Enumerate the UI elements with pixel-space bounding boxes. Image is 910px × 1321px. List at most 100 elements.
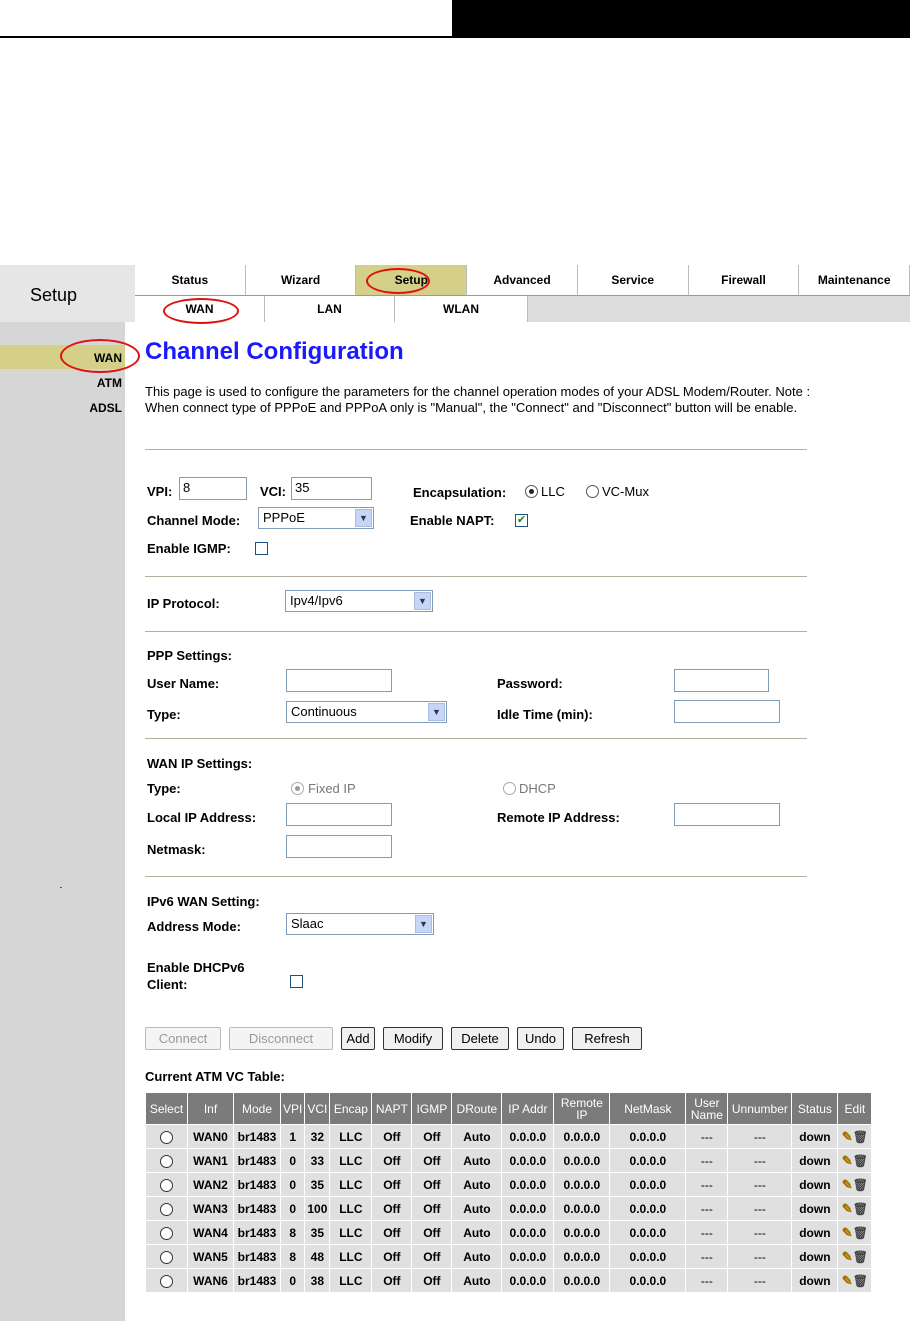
fixed-ip-radio[interactable]	[291, 782, 304, 795]
dhcpv6-client-label: Enable DHCPv6	[147, 960, 245, 975]
table-cell: Off	[411, 1220, 453, 1245]
table-cell: WAN5	[187, 1244, 234, 1269]
trash-icon[interactable]: 🗑	[853, 1130, 868, 1144]
trash-icon[interactable]: 🗑	[853, 1154, 868, 1168]
row-edit-cell: ✎🗑	[837, 1268, 873, 1293]
vpi-input[interactable]: 8	[179, 477, 247, 500]
add-button[interactable]: Add	[341, 1027, 375, 1050]
address-mode-select[interactable]: Slaac ▼	[286, 913, 434, 935]
tab-service[interactable]: Service	[577, 265, 689, 296]
pencil-icon[interactable]: ✎	[842, 1273, 853, 1289]
table-cell: ---	[727, 1148, 793, 1173]
pencil-icon[interactable]: ✎	[842, 1201, 853, 1217]
sidebar-item-wan[interactable]: WAN	[94, 351, 122, 365]
igmp-checkbox[interactable]	[255, 542, 268, 555]
table-cell: down	[791, 1124, 839, 1149]
ppp-type-select[interactable]: Continuous ▼	[286, 701, 447, 723]
col-netmask: NetMask	[609, 1092, 687, 1125]
row-select-radio[interactable]	[160, 1154, 173, 1168]
row-select-radio[interactable]	[160, 1274, 173, 1288]
trash-icon[interactable]: 🗑	[853, 1250, 868, 1264]
wan-ip-settings-title: WAN IP Settings:	[147, 756, 253, 771]
table-cell: ---	[685, 1148, 729, 1173]
row-select-radio[interactable]	[160, 1130, 173, 1144]
ppp-settings-title: PPP Settings:	[147, 648, 233, 663]
col-napt: NAPT	[371, 1092, 413, 1125]
table-cell: 0.0.0.0	[609, 1148, 687, 1173]
row-select-radio[interactable]	[160, 1226, 173, 1240]
subtab-wlan[interactable]: WLAN	[395, 296, 528, 322]
col-remote-ip: Remote IP	[553, 1092, 611, 1125]
pencil-icon[interactable]: ✎	[842, 1225, 853, 1241]
tab-wizard[interactable]: Wizard	[245, 265, 357, 296]
row-select-radio[interactable]	[160, 1202, 173, 1216]
trash-icon[interactable]: 🗑	[853, 1274, 868, 1288]
dhcp-radio[interactable]	[503, 782, 516, 795]
atm-vc-table: Select Inf Mode VPI VCI Encap NAPT IGMP …	[145, 1092, 873, 1293]
modify-button[interactable]: Modify	[383, 1027, 443, 1050]
table-cell: ---	[727, 1124, 793, 1149]
idle-time-input[interactable]	[674, 700, 780, 723]
password-input[interactable]	[674, 669, 769, 692]
row-select-cell	[145, 1172, 188, 1197]
delete-button[interactable]: Delete	[451, 1027, 509, 1050]
pencil-icon[interactable]: ✎	[842, 1153, 853, 1169]
router-ui: Setup Status Wizard Setup Advanced Servi…	[0, 265, 910, 1321]
user-name-input[interactable]	[286, 669, 392, 692]
table-row: WAN6 br1483 0 38 LLC Off Off Auto 0.0.0.0 0.0.0.0…	[145, 1268, 873, 1293]
row-select-radio[interactable]	[160, 1250, 173, 1264]
table-cell: 0.0.0.0	[501, 1220, 555, 1245]
tab-firewall[interactable]: Firewall	[688, 265, 800, 296]
trash-icon[interactable]: 🗑	[853, 1178, 868, 1192]
row-select-cell	[145, 1220, 188, 1245]
table-cell: 0	[279, 1196, 306, 1221]
table-cell: Off	[371, 1196, 413, 1221]
row-edit-cell: ✎🗑	[837, 1244, 873, 1269]
sidebar-item-adsl[interactable]: ADSL	[89, 401, 122, 415]
tab-status[interactable]: Status	[135, 265, 246, 296]
refresh-button[interactable]: Refresh	[572, 1027, 642, 1050]
table-cell: br1483	[233, 1124, 281, 1149]
undo-button[interactable]: Undo	[517, 1027, 564, 1050]
col-encap: Encap	[329, 1092, 373, 1125]
encap-llc-radio[interactable]	[525, 485, 538, 498]
table-cell: WAN3	[187, 1196, 234, 1221]
section-title: Setup	[0, 265, 135, 322]
tab-maintenance[interactable]: Maintenance	[799, 265, 910, 296]
dhcpv6-client-checkbox[interactable]	[290, 975, 303, 988]
tab-setup[interactable]: Setup	[356, 265, 468, 296]
table-cell: 0	[279, 1148, 306, 1173]
channel-mode-select[interactable]: PPPoE ▼	[258, 507, 374, 529]
table-cell: ---	[685, 1268, 729, 1293]
table-cell: 48	[304, 1244, 331, 1269]
pencil-icon[interactable]: ✎	[842, 1249, 853, 1265]
remote-ip-input[interactable]	[674, 803, 780, 826]
ip-protocol-select[interactable]: Ipv4/Ipv6 ▼	[285, 590, 433, 612]
table-cell: 0	[279, 1172, 306, 1197]
row-select-radio[interactable]	[160, 1178, 173, 1192]
subtab-wan[interactable]: WAN	[135, 296, 265, 322]
trash-icon[interactable]: 🗑	[853, 1226, 868, 1240]
user-name-label: User Name:	[147, 676, 220, 691]
encap-vcmux-radio[interactable]	[586, 485, 599, 498]
napt-checkbox[interactable]: ✔	[515, 514, 528, 527]
table-cell: 35	[304, 1172, 331, 1197]
sidebar-item-atm[interactable]: ATM	[97, 376, 122, 390]
table-cell: Auto	[451, 1244, 503, 1269]
pencil-icon[interactable]: ✎	[842, 1177, 853, 1193]
disconnect-button[interactable]: Disconnect	[229, 1027, 333, 1050]
trash-icon[interactable]: 🗑	[853, 1202, 868, 1216]
vci-input[interactable]: 35	[291, 477, 372, 500]
netmask-input[interactable]	[286, 835, 392, 858]
connect-button[interactable]: Connect	[145, 1027, 221, 1050]
row-select-cell	[145, 1124, 188, 1149]
tab-advanced[interactable]: Advanced	[467, 265, 578, 296]
dhcp-label: DHCP	[519, 781, 556, 796]
subtab-lan[interactable]: LAN	[265, 296, 395, 322]
pencil-icon[interactable]: ✎	[842, 1129, 853, 1145]
napt-label: Enable NAPT:	[410, 513, 495, 528]
table-cell: 32	[304, 1124, 331, 1149]
table-cell: Off	[411, 1244, 453, 1269]
table-cell: Off	[371, 1220, 413, 1245]
local-ip-input[interactable]	[286, 803, 392, 826]
